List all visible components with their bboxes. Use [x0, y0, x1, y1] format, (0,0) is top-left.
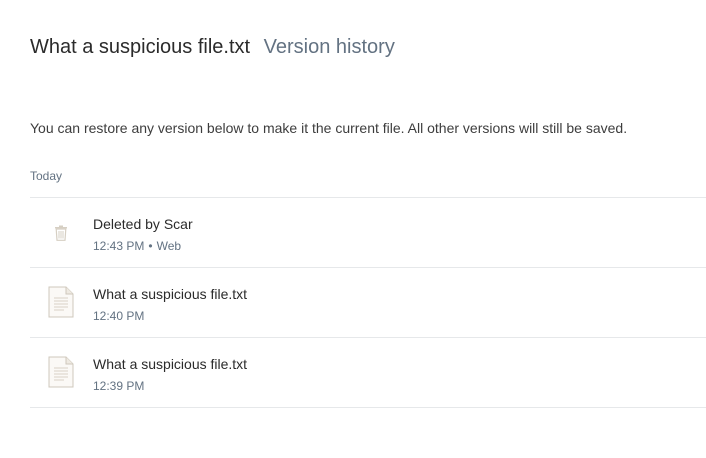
meta-separator: • [148, 239, 153, 253]
text-file-icon [48, 356, 74, 388]
version-meta: 12:43 PM • Web [93, 238, 181, 254]
group-label-today: Today [30, 169, 63, 183]
trash-icon [55, 225, 67, 241]
version-meta: 12:40 PM [93, 308, 144, 324]
version-source: Web [156, 239, 182, 253]
version-title: What a suspicious file.txt [93, 356, 248, 372]
text-file-icon [48, 286, 74, 318]
version-list: Deleted by Scar 12:43 PM • Web What a susp… [30, 197, 706, 408]
version-title: Deleted by Scar [93, 216, 193, 232]
version-row-deleted[interactable]: Deleted by Scar 12:43 PM • Web [30, 197, 706, 267]
version-history-title: Version history [263, 36, 395, 58]
version-time: 12:40 PM [93, 309, 145, 323]
version-meta: 12:39 PM [93, 378, 144, 394]
restore-description: You can restore any version below to mak… [30, 120, 628, 136]
version-time: 12:43 PM [93, 239, 145, 253]
version-row[interactable]: What a suspicious file.txt 12:39 PM [30, 337, 706, 408]
version-title: What a suspicious file.txt [93, 286, 248, 302]
version-row[interactable]: What a suspicious file.txt 12:40 PM [30, 267, 706, 337]
version-time: 12:39 PM [93, 379, 145, 393]
file-name-title: What a suspicious file.txt [30, 36, 251, 58]
page-header: What a suspicious file.txt Version histo… [30, 33, 395, 61]
